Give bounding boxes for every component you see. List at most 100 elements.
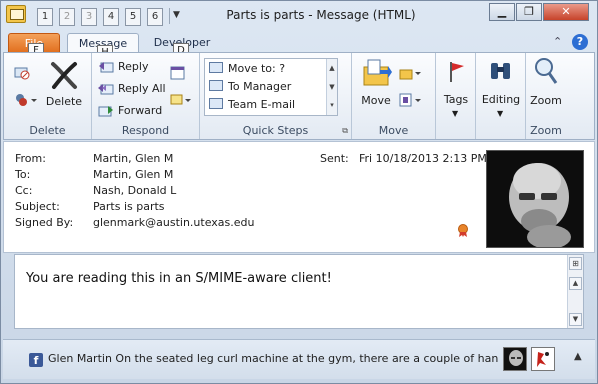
from-value[interactable]: Martin, Glen M	[93, 152, 173, 165]
rules-icon[interactable]	[399, 66, 423, 80]
team-email-icon	[209, 98, 223, 109]
people-pane: f Glen Martin On the seated leg curl mac…	[3, 339, 595, 379]
keytip-2: 2	[63, 11, 71, 22]
onenote-icon[interactable]	[399, 93, 423, 107]
delete-button[interactable]: Delete	[44, 95, 84, 108]
junk-icon[interactable]	[14, 93, 38, 107]
subject-value: Parts is parts	[93, 200, 165, 213]
qat-redo-button[interactable]: 3	[81, 8, 97, 26]
expand-people-pane-icon[interactable]: ▲	[574, 351, 582, 362]
quick-step-to-manager-label: To Manager	[228, 80, 292, 93]
group-move: Move Move	[352, 53, 436, 139]
minimize-button[interactable]: ▁	[489, 3, 515, 21]
subject-label: Subject:	[15, 200, 60, 213]
keytip-3: 3	[85, 11, 93, 22]
qat-extra-button[interactable]: 6	[147, 8, 163, 26]
quick-step-move-to[interactable]: Move to: ?	[209, 60, 285, 78]
window-title: Parts is parts - Message (HTML)	[226, 8, 416, 22]
keytip-5: 5	[129, 11, 137, 22]
group-quick-steps: Move to: ? To Manager Team E-mail ▲ ▼ ▾ Qu…	[200, 53, 352, 139]
outlook-message-icon[interactable]	[6, 5, 26, 23]
quick-step-to-manager[interactable]: To Manager	[209, 78, 291, 96]
more-quick-steps-icon[interactable]: ▾	[327, 97, 337, 114]
social-status-text[interactable]: Glen Martin On the seated leg curl machi…	[48, 352, 498, 365]
scroll-up-arrow-icon[interactable]: ▲	[569, 277, 582, 290]
body-scrollbar[interactable]: ⊞ ▲ ▼	[567, 255, 583, 328]
title-bar: 1 2 3 4 5 6 ▼ Parts is parts - Message (…	[1, 1, 597, 31]
quick-step-team-email-label: Team E-mail	[228, 98, 296, 111]
quick-steps-dialog-launcher-icon[interactable]: ⧉	[342, 126, 348, 136]
customize-qat-icon[interactable]: ▼	[173, 10, 180, 20]
message-body[interactable]: You are reading this in an S/MIME-aware …	[14, 254, 584, 329]
quick-step-move-to-label: Move to: ?	[228, 62, 286, 75]
tags-dropdown-icon[interactable]: ▼	[452, 109, 458, 118]
digital-signature-icon[interactable]	[457, 224, 469, 238]
reply-button[interactable]: Reply	[118, 60, 148, 73]
editing-button[interactable]: Editing	[476, 93, 526, 106]
keytip-6: 6	[151, 11, 159, 22]
move-to-folder-icon	[209, 62, 223, 73]
reply-all-icon	[98, 84, 114, 95]
group-label-move: Move	[378, 124, 409, 137]
qat-next-button[interactable]: 5	[125, 8, 141, 26]
qat-undo-button[interactable]: 2	[59, 8, 75, 26]
move-folder-icon[interactable]	[362, 58, 392, 88]
ribbon-tabs: File Message Developer F H D ⌃ ?	[1, 31, 597, 61]
group-label-zoom: Zoom	[530, 124, 562, 137]
to-value[interactable]: Martin, Glen M	[93, 168, 173, 181]
meeting-icon[interactable]	[170, 66, 186, 80]
sender-thumbnail[interactable]	[503, 347, 527, 371]
sender-photo-image	[487, 151, 583, 247]
group-tags: Tags ▼	[436, 53, 476, 139]
zoom-magnifier-icon[interactable]	[533, 57, 559, 87]
sender-thumbnail-image	[504, 348, 526, 370]
scroll-down-arrow-icon[interactable]: ▼	[569, 313, 582, 326]
message-body-text: You are reading this in an S/MIME-aware …	[26, 271, 332, 286]
reply-all-button[interactable]: Reply All	[118, 82, 166, 95]
sent-label: Sent:	[320, 152, 349, 165]
reply-icon	[99, 62, 114, 73]
qat-save-button[interactable]: 1	[37, 8, 53, 26]
message-window: 1 2 3 4 5 6 ▼ Parts is parts - Message (…	[0, 0, 598, 384]
forward-button[interactable]: Forward	[118, 104, 162, 117]
to-label: To:	[15, 168, 31, 181]
help-icon[interactable]: ?	[572, 34, 588, 50]
keytip-1: 1	[41, 11, 49, 22]
minimize-ribbon-icon[interactable]: ⌃	[553, 35, 562, 48]
body-options-icon[interactable]: ⊞	[569, 257, 582, 270]
ignore-icon[interactable]	[14, 66, 30, 80]
quick-step-team-email[interactable]: Team E-mail	[209, 96, 295, 114]
ribbon: Delete Delete Reply Reply All Forward Re…	[3, 52, 595, 140]
quick-steps-scrollbar[interactable]: ▲ ▼ ▾	[326, 59, 337, 115]
tags-button[interactable]: Tags	[436, 93, 476, 106]
group-label-delete: Delete	[29, 124, 66, 137]
more-respond-icon[interactable]	[170, 93, 192, 107]
delete-icon[interactable]	[48, 60, 80, 90]
group-label-quick-steps: Quick Steps	[242, 124, 309, 137]
binoculars-icon[interactable]	[488, 59, 514, 85]
facebook-icon: f	[29, 353, 43, 367]
message-header: From: Martin, Glen M To: Martin, Glen M …	[3, 141, 595, 253]
cc-label: Cc:	[15, 184, 33, 197]
from-label: From:	[15, 152, 46, 165]
quick-steps-gallery: Move to: ? To Manager Team E-mail ▲ ▼ ▾	[204, 58, 338, 116]
contact-thumbnail[interactable]	[531, 347, 555, 371]
group-respond: Reply Reply All Forward Respond	[92, 53, 200, 139]
maximize-button[interactable]: ❐	[516, 3, 542, 21]
editing-dropdown-icon[interactable]: ▼	[497, 109, 503, 118]
qat-separator	[169, 8, 170, 24]
scroll-down-icon[interactable]: ▼	[327, 78, 337, 97]
keytip-4: 4	[107, 11, 115, 22]
scroll-up-icon[interactable]: ▲	[327, 59, 337, 78]
tags-flag-icon[interactable]	[447, 60, 467, 84]
close-button[interactable]: ✕	[543, 3, 589, 21]
move-button[interactable]: Move	[356, 94, 396, 107]
group-editing: Editing ▼	[476, 53, 526, 139]
zoom-button[interactable]: Zoom	[526, 94, 566, 107]
qat-previous-button[interactable]: 4	[103, 8, 119, 26]
sent-value: Fri 10/18/2013 2:13 PM	[359, 152, 487, 165]
signed-by-value: glenmark@austin.utexas.edu	[93, 216, 255, 229]
cc-value[interactable]: Nash, Donald L	[93, 184, 176, 197]
sender-photo	[486, 150, 584, 248]
forward-icon	[98, 106, 113, 117]
